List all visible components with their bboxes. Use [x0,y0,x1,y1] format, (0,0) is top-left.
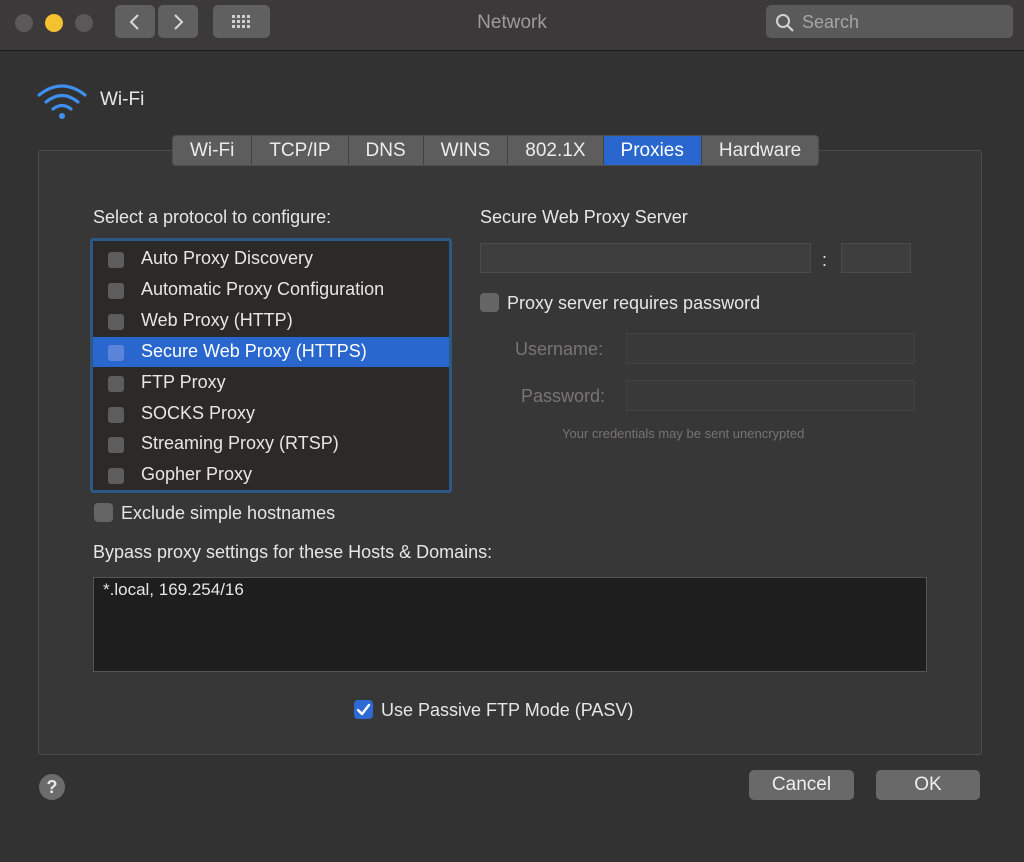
requires-password-label: Proxy server requires password [507,293,761,313]
tab-bar: Wi-Fi TCP/IP DNS WINS 802.1X Proxies Har… [172,135,820,166]
tab-tcpip[interactable]: TCP/IP [252,136,349,165]
host-port-separator: : [822,250,828,270]
password-label: Password: [521,386,606,406]
proxy-server-heading: Secure Web Proxy Server [480,207,688,227]
username-label: Username: [515,339,604,359]
search-input[interactable]: Search [766,5,1013,38]
proxy-host-field[interactable] [480,243,811,273]
protocol-label: Automatic Proxy Configuration [141,279,385,299]
tab-8021x[interactable]: 802.1X [508,136,604,165]
bypass-textarea[interactable]: *.local, 169.254/16 [93,577,927,672]
protocol-item-secure-web-proxy[interactable]: Secure Web Proxy (HTTPS) [93,337,449,367]
protocol-label: SOCKS Proxy [141,403,256,423]
protocol-checkbox[interactable] [108,407,124,423]
protocol-item-gopher-proxy[interactable]: Gopher Proxy [93,460,449,490]
search-placeholder: Search [802,12,860,32]
protocol-label: Streaming Proxy (RTSP) [141,433,339,453]
protocol-list[interactable]: Auto Proxy Discovery Automatic Proxy Con… [90,238,452,493]
username-field[interactable] [626,333,915,364]
exclude-simple-hostnames-label: Exclude simple hostnames [121,503,336,523]
protocol-heading: Select a protocol to configure: [93,207,332,227]
protocol-checkbox[interactable] [108,283,124,299]
protocol-checkbox[interactable] [108,376,124,392]
exclude-simple-hostnames-checkbox[interactable] [94,503,113,522]
protocol-item-ftp-proxy[interactable]: FTP Proxy [93,368,449,398]
tab-wins[interactable]: WINS [424,136,509,165]
protocol-item-streaming-proxy[interactable]: Streaming Proxy (RTSP) [93,429,449,459]
protocol-label: Gopher Proxy [141,464,253,484]
interface-name: Wi-Fi [100,89,145,110]
protocol-checkbox[interactable] [108,314,124,330]
tab-proxies[interactable]: Proxies [603,136,702,165]
title-bar: Network Search [0,0,1024,51]
search-icon [776,14,794,32]
protocol-label: Auto Proxy Discovery [141,248,314,268]
bypass-heading: Bypass proxy settings for these Hosts & … [93,542,493,562]
ok-button[interactable]: OK [876,770,980,800]
requires-password-checkbox[interactable] [480,293,499,312]
wifi-icon [37,84,87,119]
protocol-checkbox[interactable] [108,437,124,453]
protocol-checkbox[interactable] [108,345,124,361]
protocol-item-web-proxy[interactable]: Web Proxy (HTTP) [93,306,449,336]
password-field[interactable] [626,380,915,411]
cancel-button[interactable]: Cancel [749,770,854,800]
passive-ftp-label: Use Passive FTP Mode (PASV) [381,700,634,720]
checkmark-icon [356,703,371,716]
tab-wifi[interactable]: Wi-Fi [173,136,253,165]
proxy-port-field[interactable] [841,243,911,273]
tab-dns[interactable]: DNS [349,136,424,165]
protocol-item-automatic-proxy-configuration[interactable]: Automatic Proxy Configuration [93,275,449,305]
protocol-label: Web Proxy (HTTP) [141,310,293,330]
protocol-label: Secure Web Proxy (HTTPS) [141,341,367,361]
protocol-label: FTP Proxy [141,372,226,392]
tab-hardware[interactable]: Hardware [702,136,818,165]
credentials-note: Your credentials may be sent unencrypted [562,426,805,441]
protocol-item-socks-proxy[interactable]: SOCKS Proxy [93,399,449,429]
protocol-checkbox[interactable] [108,468,124,484]
help-button[interactable]: ? [39,774,65,800]
bypass-value: *.local, 169.254/16 [103,580,244,599]
protocol-item-auto-proxy-discovery[interactable]: Auto Proxy Discovery [93,244,449,274]
protocol-checkbox[interactable] [108,252,124,268]
passive-ftp-checkbox[interactable] [354,700,373,719]
